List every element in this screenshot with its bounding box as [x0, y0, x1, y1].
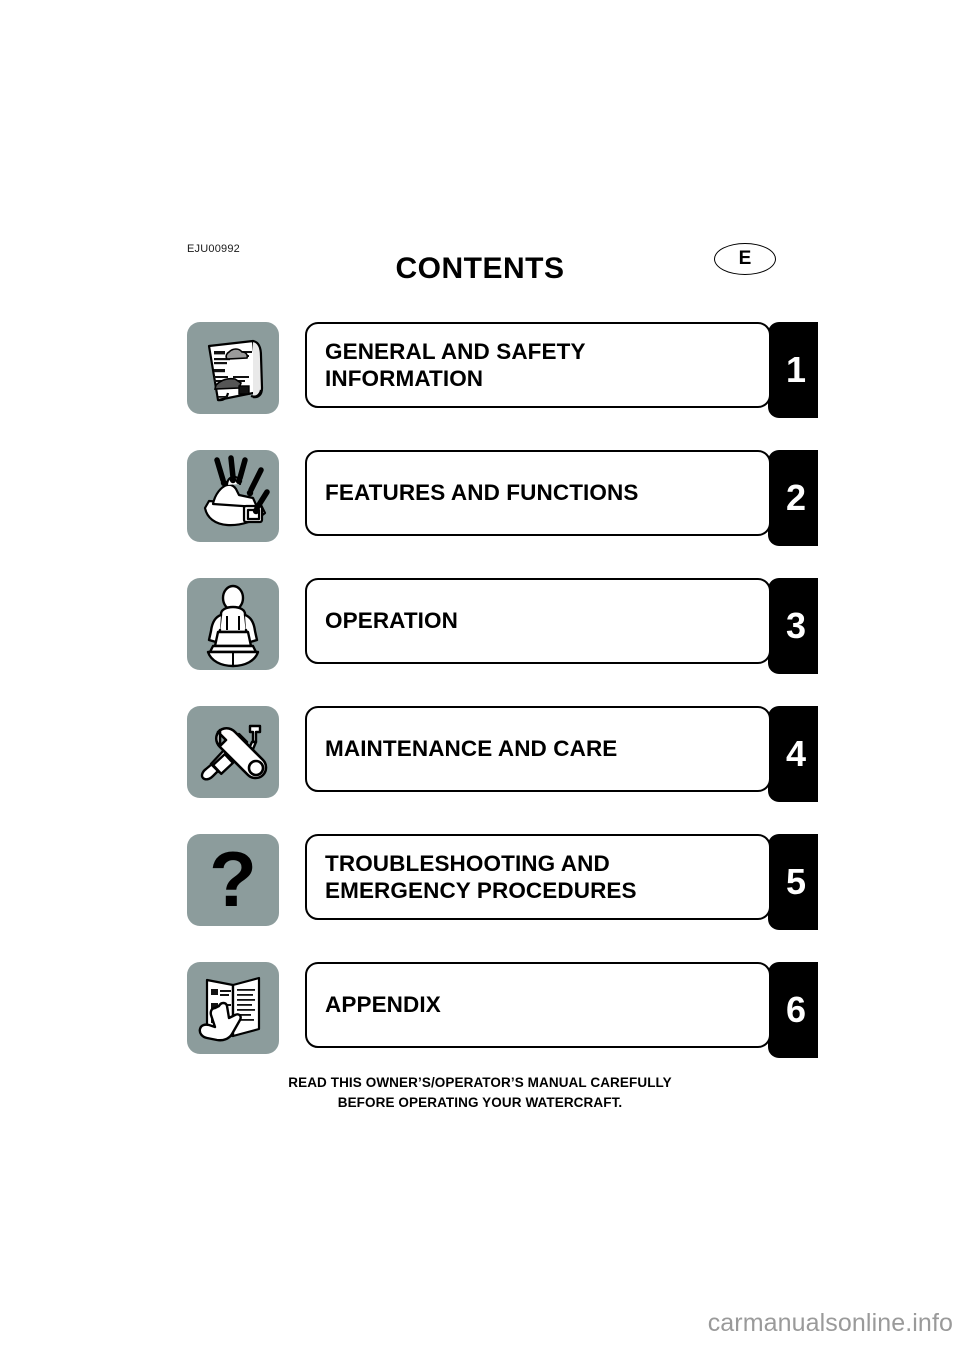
site-watermark: carmanualsonline.info — [707, 1309, 953, 1337]
section-number-tab[interactable]: 3 — [768, 578, 818, 674]
section-number: 3 — [785, 605, 807, 646]
section-number: 2 — [785, 477, 807, 518]
contents-row[interactable]: GENERAL AND SAFETY INFORMATION 1 — [0, 322, 960, 422]
contents-row[interactable]: MAINTENANCE AND CARE 4 — [0, 706, 960, 806]
section-title: APPENDIX — [325, 992, 441, 1018]
section-title: GENERAL AND SAFETY INFORMATION — [325, 338, 586, 391]
section-number-tab[interactable]: 6 — [768, 962, 818, 1058]
section-label-box[interactable]: MAINTENANCE AND CARE — [305, 706, 771, 792]
wrench-grease-gun-icon — [187, 706, 279, 798]
section-label-box[interactable]: GENERAL AND SAFETY INFORMATION — [305, 322, 771, 408]
section-title: MAINTENANCE AND CARE — [325, 736, 618, 762]
watercraft-callouts-icon — [187, 450, 279, 542]
contents-list: GENERAL AND SAFETY INFORMATION 1 FEATURE… — [0, 322, 960, 1090]
section-label-box[interactable]: FEATURES AND FUNCTIONS — [305, 450, 771, 536]
section-number-tab[interactable]: 5 — [768, 834, 818, 930]
contents-row[interactable]: ? TROUBLESHOOTING AND EMERGENCY PROCEDUR… — [0, 834, 960, 934]
page-title: CONTENTS — [395, 252, 565, 285]
question-mark-icon: ? — [187, 834, 279, 926]
section-label-box[interactable]: APPENDIX — [305, 962, 771, 1048]
contents-row[interactable]: FEATURES AND FUNCTIONS 2 — [0, 450, 960, 550]
contents-page: EJU00992 CONTENTS E GENERAL AND SAFETY I… — [0, 0, 960, 1358]
contents-row[interactable]: APPENDIX 6 — [0, 962, 960, 1062]
language-badge: E — [714, 243, 776, 275]
section-title: FEATURES AND FUNCTIONS — [325, 480, 639, 506]
section-number: 5 — [785, 861, 807, 902]
svg-text:?: ? — [209, 835, 257, 923]
section-number: 6 — [785, 989, 807, 1030]
rolled-manual-icon — [187, 322, 279, 414]
contents-row[interactable]: OPERATION 3 — [0, 578, 960, 678]
section-title: OPERATION — [325, 608, 458, 634]
read-manual-notice: READ THIS OWNER’S/OPERATOR’S MANUAL CARE… — [288, 1075, 672, 1110]
section-number-tab[interactable]: 1 — [768, 322, 818, 418]
section-label-box[interactable]: OPERATION — [305, 578, 771, 664]
section-number: 4 — [785, 733, 807, 774]
open-book-hand-icon — [187, 962, 279, 1054]
section-number-tab[interactable]: 4 — [768, 706, 818, 802]
section-title: TROUBLESHOOTING AND EMERGENCY PROCEDURES — [325, 850, 637, 903]
section-label-box[interactable]: TROUBLESHOOTING AND EMERGENCY PROCEDURES — [305, 834, 771, 920]
section-number-tab[interactable]: 2 — [768, 450, 818, 546]
section-number: 1 — [785, 349, 807, 390]
rider-on-watercraft-icon — [187, 578, 279, 670]
